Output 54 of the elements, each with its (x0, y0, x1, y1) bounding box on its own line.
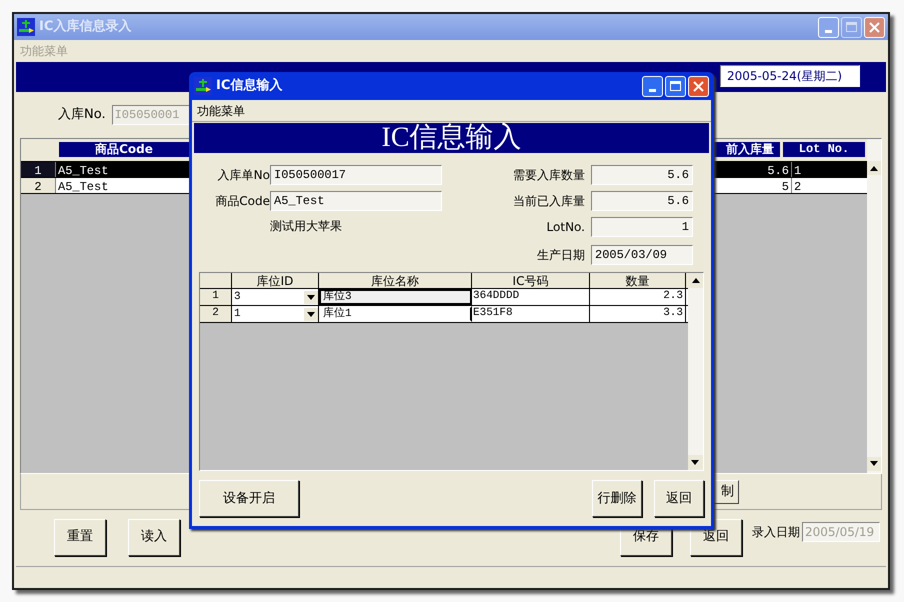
window-title: IC信息输入 (216, 76, 284, 96)
input-field[interactable]: 5.6 (591, 191, 693, 211)
maximize-button[interactable] (665, 76, 686, 96)
column-header: 库位名称 (319, 273, 472, 288)
field-label: 入库No. (58, 106, 106, 124)
action-button[interactable]: 设备开启 (199, 480, 299, 517)
field-label: 商品Code (214, 193, 270, 210)
table-cell-text: 1 (793, 163, 802, 177)
close-button[interactable] (688, 76, 709, 96)
close-icon (693, 80, 704, 92)
app-icon (17, 18, 35, 36)
window-title: IC入库信息录入 (39, 18, 132, 36)
column-header: 商品Code (59, 142, 189, 156)
table-cell: E351F8 (472, 306, 590, 322)
scrollbar[interactable] (688, 273, 703, 470)
table-cell[interactable]: 库位3 (319, 289, 472, 305)
app-icon (194, 77, 212, 95)
scrollbar[interactable] (867, 139, 881, 473)
dropdown-arrow-icon (307, 294, 315, 300)
column-header: 数量 (590, 273, 686, 288)
input-field[interactable]: A5_Test (270, 191, 442, 211)
action-button[interactable]: 读入 (128, 518, 180, 556)
field-label: 入库单No (216, 167, 270, 184)
field-label: 当前已入库量 (513, 193, 585, 210)
row-number: 2 (200, 306, 232, 322)
field-label: 生产日期 (537, 247, 585, 264)
dropdown-cell[interactable]: 3 (232, 289, 319, 305)
column-header: Lot No. (783, 142, 865, 156)
input-field[interactable]: 2005/03/09 (591, 245, 693, 265)
input-field[interactable]: I050500017 (270, 165, 442, 185)
table-cell: 2.3 (590, 289, 686, 305)
action-button[interactable]: 行删除 (592, 480, 642, 517)
row-number: 1 (200, 289, 232, 305)
row-number: 1 (21, 162, 55, 177)
input-field[interactable]: 1 (591, 217, 693, 237)
field-label: 需要入库数量 (513, 167, 585, 184)
action-button[interactable]: 返回 (654, 480, 704, 517)
column-header: 库位ID (232, 273, 319, 288)
banner-title: IC信息输入 (382, 123, 522, 153)
minimize-button[interactable] (642, 76, 663, 96)
field-label: LotNo. (546, 219, 585, 236)
action-button[interactable]: 重置 (54, 518, 106, 556)
dropdown-arrow-icon (307, 312, 315, 316)
product-description: 测试用大苹果 (270, 218, 343, 235)
dropdown-cell[interactable]: 1 (232, 306, 319, 322)
date-display: 2005-05-24(星期二) (720, 65, 860, 87)
row-number: 2 (21, 178, 55, 193)
column-header: IC号码 (472, 273, 590, 288)
close-icon (869, 22, 880, 32)
field-label: 录入日期 (752, 524, 800, 541)
table-cell: 364DDDD (472, 289, 590, 305)
table-cell-text: 2 (793, 179, 802, 193)
table-cell: 3.3 (590, 306, 686, 322)
input-field[interactable]: 5.6 (591, 165, 693, 185)
